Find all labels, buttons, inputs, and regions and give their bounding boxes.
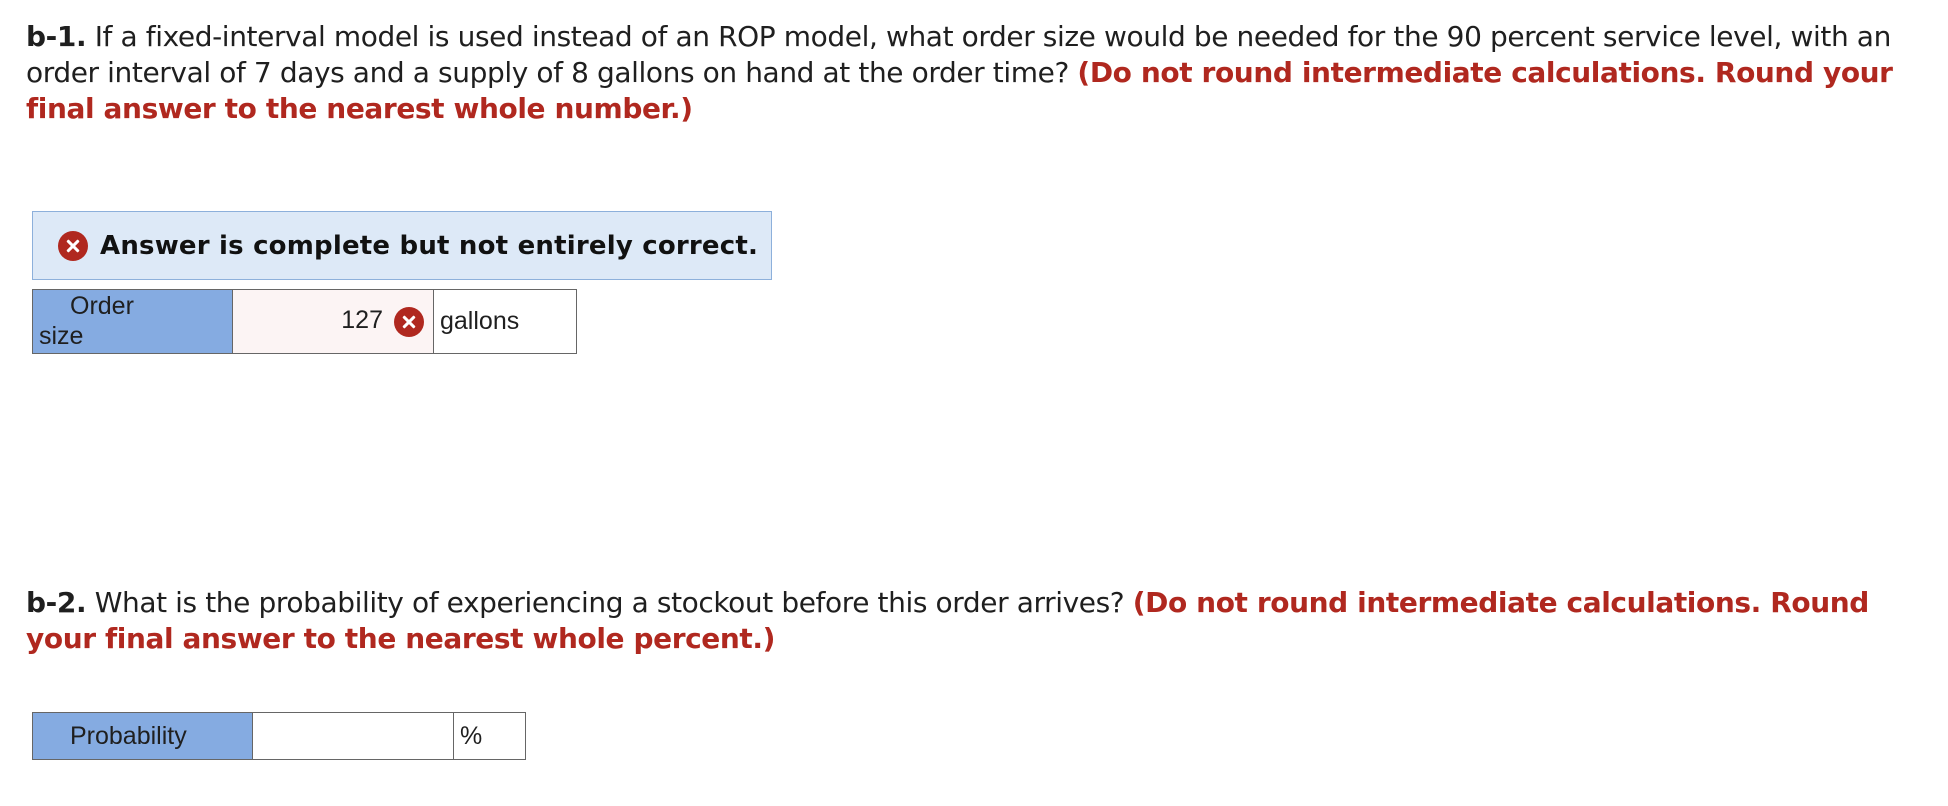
- order-size-unit: gallons: [433, 289, 577, 354]
- question-text: What is the probability of experiencing …: [86, 586, 1133, 619]
- probability-answer-table: Probability %: [32, 712, 526, 760]
- question-number: b-1.: [26, 20, 87, 53]
- table-row: Probability %: [32, 712, 526, 760]
- order-size-answer-table: Order size 127 gallons: [32, 289, 577, 354]
- table-row: Order size 127 gallons: [32, 289, 577, 354]
- question-b1: b-1. If a fixed-interval model is used i…: [26, 19, 1926, 127]
- x-circle-icon: [58, 230, 88, 261]
- order-size-label-line1: Order: [70, 292, 134, 320]
- feedback-text: Answer is complete but not entirely corr…: [100, 230, 759, 261]
- probability-unit: %: [453, 712, 526, 760]
- question-number: b-2.: [26, 586, 87, 619]
- question-b2: b-2. What is the probability of experien…: [26, 585, 1926, 657]
- feedback-banner: Answer is complete but not entirely corr…: [32, 211, 772, 280]
- probability-label: Probability: [32, 712, 253, 760]
- order-size-label-line2: size: [39, 322, 84, 350]
- order-size-value: 127: [341, 306, 383, 334]
- incorrect-x-icon: [394, 307, 424, 337]
- order-size-label-cell: Order size: [32, 289, 233, 354]
- probability-input[interactable]: [252, 712, 454, 760]
- order-size-input[interactable]: 127: [232, 289, 434, 354]
